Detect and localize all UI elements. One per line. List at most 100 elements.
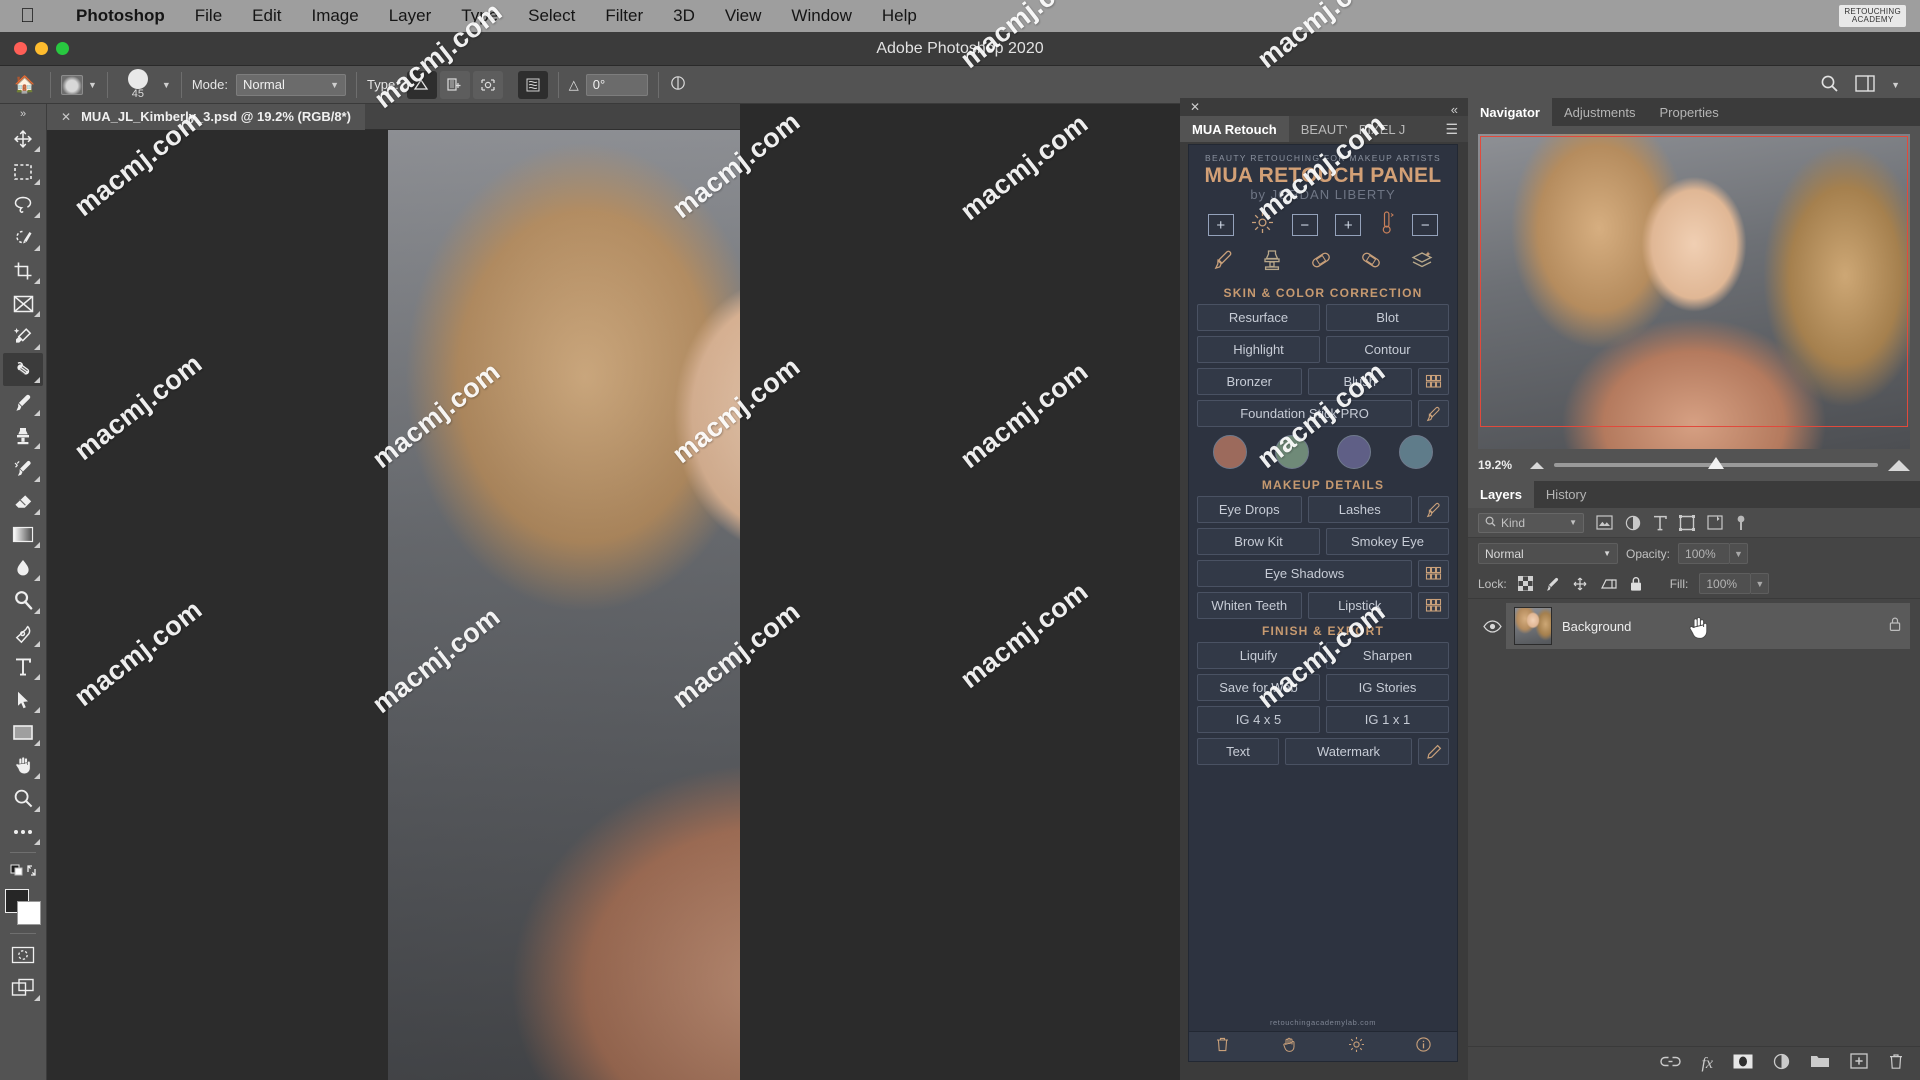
brush-icon[interactable] (1418, 400, 1449, 427)
clone-stamp-tool[interactable] (3, 419, 43, 452)
layer-blend-mode-select[interactable]: Normal ▼ (1478, 543, 1618, 564)
healing-patch-icon[interactable] (1308, 249, 1334, 276)
brush-tool[interactable] (3, 386, 43, 419)
opacity-control[interactable]: 100% ▼ (1678, 543, 1749, 564)
bronzer-button[interactable]: Bronzer (1197, 368, 1302, 395)
gear-icon[interactable] (1348, 1036, 1365, 1058)
lock-transparency-icon[interactable] (1517, 576, 1533, 591)
grid-icon[interactable] (1418, 592, 1449, 619)
table-row[interactable]: Background (1468, 602, 1920, 650)
frame-tool[interactable] (3, 287, 43, 320)
brush-chevron-down-icon[interactable]: ▼ (162, 80, 171, 90)
layer-thumbnail[interactable] (1514, 607, 1552, 645)
menu-image[interactable]: Image (296, 6, 373, 26)
screen-mode-icon[interactable] (3, 971, 43, 1004)
smokey-eye-button[interactable]: Smokey Eye (1326, 528, 1449, 555)
tool-preset-picker[interactable]: ▼ (61, 74, 97, 95)
thermometer-icon[interactable] (1379, 210, 1395, 240)
save-for-web-button[interactable]: Save for Web (1197, 674, 1320, 701)
toolbar-expand-icon[interactable]: » (20, 108, 26, 122)
close-icon[interactable]: ✕ (61, 110, 71, 124)
lock-icon[interactable] (1888, 616, 1902, 637)
apple-logo-icon[interactable]:  (20, 6, 35, 26)
default-colors-icon[interactable] (3, 857, 43, 883)
quick-selection-tool[interactable] (3, 221, 43, 254)
marquee-tool[interactable] (3, 155, 43, 188)
delete-layer-icon[interactable] (1888, 1053, 1904, 1075)
history-brush-tool[interactable] (3, 452, 43, 485)
zoom-out-icon[interactable] (1530, 461, 1544, 469)
menu-layer[interactable]: Layer (374, 6, 447, 26)
menu-select[interactable]: Select (513, 6, 590, 26)
zoom-slider-knob[interactable] (1708, 457, 1724, 469)
fx-icon[interactable]: fx (1701, 1055, 1713, 1073)
type-tool[interactable] (3, 650, 43, 683)
tablet-pressure-icon[interactable] (669, 74, 687, 95)
fill-value[interactable]: 100% (1699, 573, 1752, 594)
shape-filter-icon[interactable] (1679, 514, 1695, 531)
adjustment-layer-icon[interactable] (1773, 1053, 1790, 1075)
swatch-rose[interactable] (1213, 435, 1247, 469)
create-texture-type-button[interactable] (439, 70, 470, 99)
chevron-down-icon[interactable]: ▼ (1730, 543, 1749, 564)
eyedropper-tool[interactable] (3, 320, 43, 353)
add-mask-icon[interactable] (1733, 1054, 1753, 1074)
menu-edit[interactable]: Edit (237, 6, 296, 26)
menu-file[interactable]: File (180, 6, 237, 26)
eye-shadows-button[interactable]: Eye Shadows (1197, 560, 1412, 587)
document-image[interactable] (388, 130, 740, 1080)
foundation-stick-pro-button[interactable]: Foundation Stick PRO (1197, 400, 1412, 427)
panel-menu-icon[interactable]: ☰ (1435, 116, 1468, 142)
menu-type[interactable]: Type (446, 6, 513, 26)
crop-tool[interactable] (3, 254, 43, 287)
search-icon[interactable] (1820, 74, 1839, 96)
blot-button[interactable]: Blot (1326, 304, 1449, 331)
resurface-button[interactable]: Resurface (1197, 304, 1320, 331)
gradient-tool[interactable] (3, 518, 43, 551)
grid-icon[interactable] (1418, 368, 1449, 395)
clone-stamp-icon[interactable] (1260, 248, 1284, 277)
edit-toolbar-button[interactable] (3, 815, 43, 848)
link-layers-icon[interactable] (1660, 1055, 1682, 1073)
tab-adjustments[interactable]: Adjustments (1552, 98, 1648, 126)
lashes-button[interactable]: Lashes (1307, 496, 1412, 523)
filter-toggle-icon[interactable] (1735, 515, 1747, 531)
close-icon[interactable]: ✕ (1190, 100, 1200, 114)
type-filter-icon[interactable] (1653, 515, 1667, 531)
navigator-zoom-value[interactable]: 19.2% (1478, 458, 1520, 472)
brush-size-picker[interactable]: 45 (118, 69, 158, 100)
layer-kind-select[interactable]: Kind ▼ (1478, 512, 1584, 533)
fill-control[interactable]: 100% ▼ (1699, 573, 1770, 594)
pressure-for-size-button[interactable] (517, 70, 548, 99)
plus-box-icon[interactable]: + (1207, 214, 1234, 236)
chevron-down-icon[interactable]: ▼ (88, 80, 97, 90)
sharpen-button[interactable]: Sharpen (1326, 642, 1449, 669)
tab-history[interactable]: History (1534, 481, 1598, 508)
menu-filter[interactable]: Filter (590, 6, 658, 26)
rectangle-tool[interactable] (3, 716, 43, 749)
pixel-filter-icon[interactable] (1596, 515, 1613, 530)
zoom-tool[interactable] (3, 782, 43, 815)
quick-mask-icon[interactable] (3, 938, 43, 971)
proximity-match-type-button[interactable] (472, 70, 503, 99)
swatch-green[interactable] (1275, 435, 1309, 469)
tab-mua-retouch[interactable]: MUA Retouch (1180, 116, 1289, 142)
watermark-button[interactable]: Watermark (1285, 738, 1412, 765)
eye-drops-button[interactable]: Eye Drops (1197, 496, 1302, 523)
trash-icon[interactable] (1214, 1036, 1231, 1058)
home-icon[interactable]: 🏠 (10, 72, 40, 98)
tab-navigator[interactable]: Navigator (1468, 98, 1552, 126)
blush-button[interactable]: Blush (1307, 368, 1412, 395)
swatch-blue[interactable] (1399, 435, 1433, 469)
hand-icon[interactable] (1281, 1036, 1298, 1058)
hand-tool[interactable] (3, 749, 43, 782)
bandaid-icon[interactable] (1358, 249, 1384, 276)
chevron-down-icon[interactable]: ▼ (1751, 573, 1770, 594)
lipstick-button[interactable]: Lipstick (1307, 592, 1412, 619)
tab-layers[interactable]: Layers (1468, 481, 1534, 508)
tab-properties[interactable]: Properties (1648, 98, 1731, 126)
dodge-tool[interactable] (3, 584, 43, 617)
blur-tool[interactable] (3, 551, 43, 584)
zoom-slider[interactable] (1554, 457, 1878, 469)
zoom-in-icon[interactable] (1888, 459, 1910, 471)
